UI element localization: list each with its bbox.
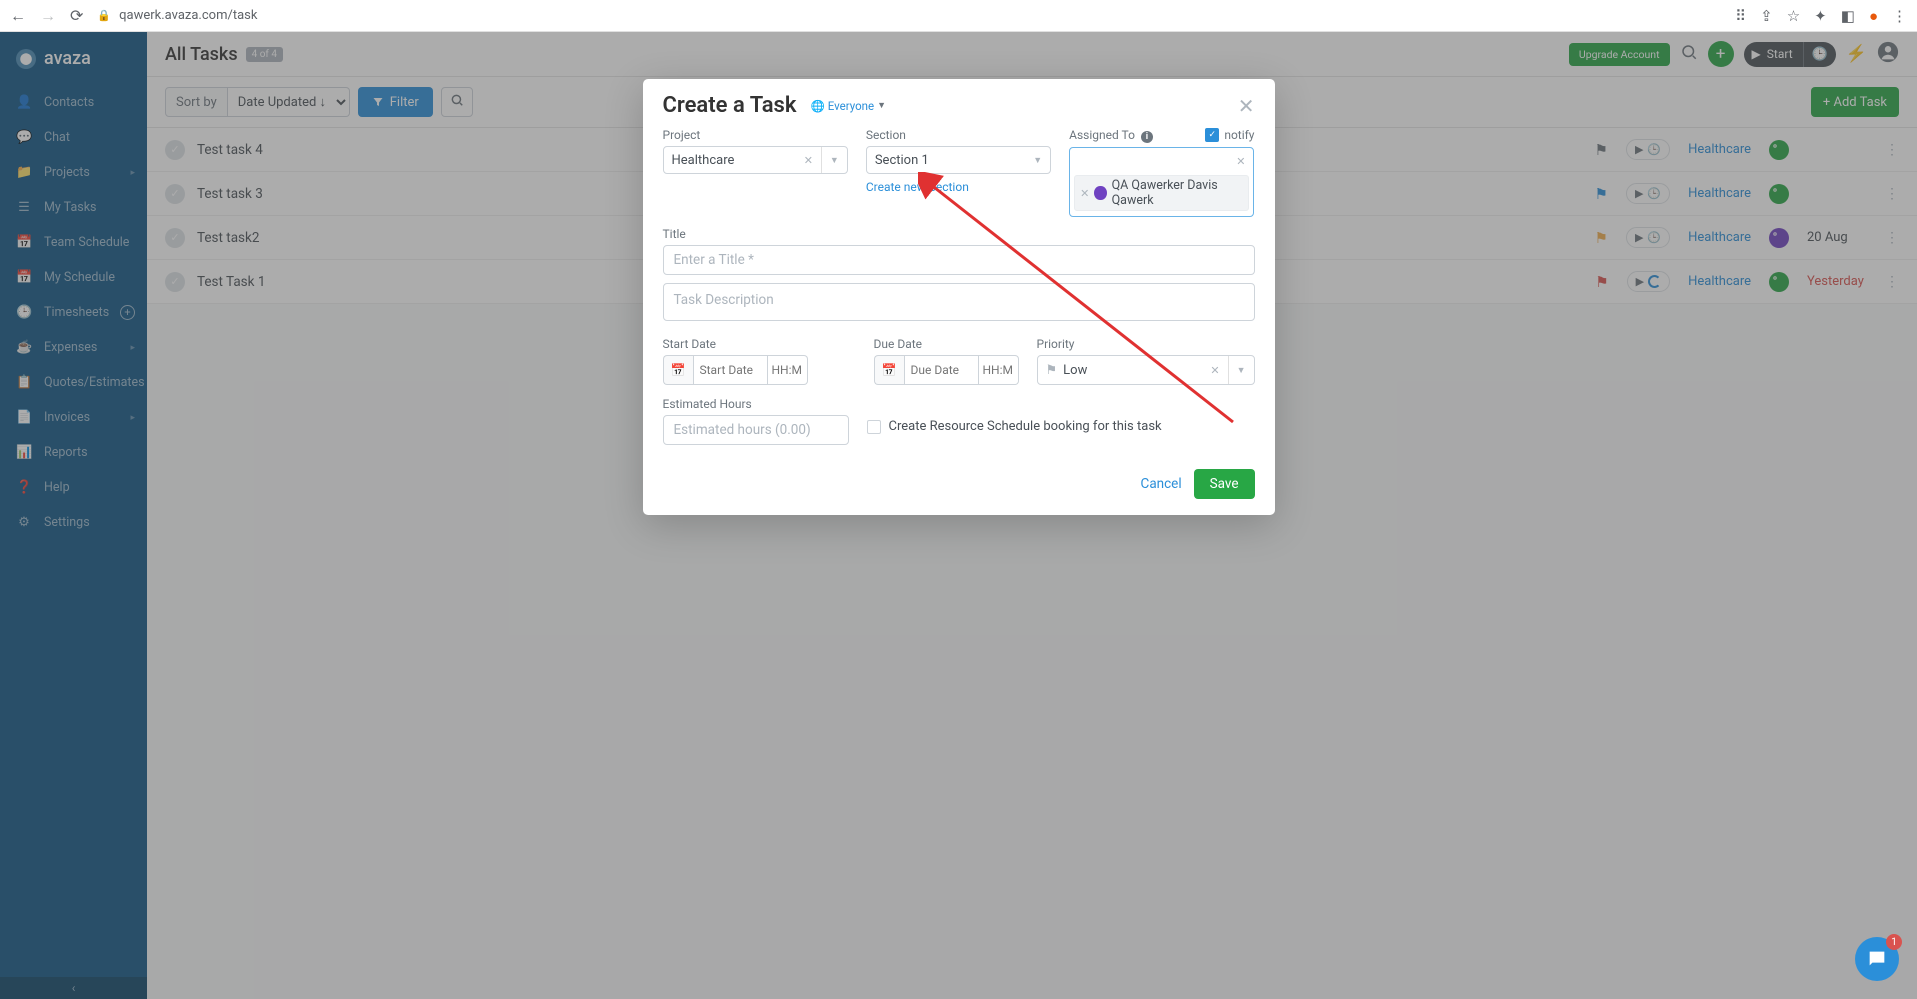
priority-select[interactable]: ⚑ Low ✕ ▼ [1037,355,1255,385]
create-section-link[interactable]: Create new Section [866,180,969,194]
profile-icon[interactable]: ● [1869,7,1878,25]
info-icon[interactable]: i [1141,131,1153,143]
start-date-label: Start Date [663,337,808,351]
chat-widget[interactable]: 1 [1855,937,1899,981]
priority-label: Priority [1037,337,1255,351]
browser-actions: ⠿ ⇪ ☆ ✦ ◧ ● ⋮ [1735,7,1907,25]
chevron-down-icon: ▼ [877,100,886,111]
remove-chip-icon[interactable]: ✕ [1080,187,1089,200]
browser-nav: ← → ⟳ [10,6,83,26]
estimated-hours-input[interactable] [663,415,849,445]
due-date-input[interactable] [904,355,979,385]
calendar-icon[interactable]: 📅 [874,355,904,385]
globe-icon: 🌐 [810,99,824,113]
project-label: Project [663,128,848,142]
chevron-down-icon: ▼ [1025,147,1042,173]
bookmark-icon[interactable]: ☆ [1787,7,1800,25]
due-time-input[interactable] [979,355,1019,385]
translate-icon[interactable]: ⠿ [1735,7,1746,25]
calendar-icon[interactable]: 📅 [663,355,693,385]
flag-icon: ⚑ [1046,363,1058,378]
chip-avatar-icon [1094,186,1106,200]
clear-icon[interactable]: ✕ [1210,364,1219,377]
assigned-input[interactable] [1072,150,1230,173]
save-button[interactable]: Save [1194,469,1255,499]
section-label: Section [866,128,1051,142]
project-select[interactable]: Healthcare ✕ ▼ [663,146,848,174]
modal-title: Create a Task [663,93,797,118]
start-time-input[interactable] [768,355,808,385]
start-date-input[interactable] [693,355,768,385]
panel-icon[interactable]: ◧ [1841,7,1855,25]
browser-bar: ← → ⟳ 🔒 qawerk.avaza.com/task ⠿ ⇪ ☆ ✦ ◧ … [0,0,1917,32]
chat-badge: 1 [1886,934,1902,950]
assignee-chip: ✕ QA Qawerker Davis Qawerk [1074,175,1249,211]
url-bar[interactable]: 🔒 qawerk.avaza.com/task [97,8,1721,23]
assigned-label: Assigned To i ✓ notify [1069,128,1254,143]
visibility-select[interactable]: 🌐 Everyone ▼ [810,99,886,113]
hours-label: Estimated Hours [663,397,849,411]
clear-icon[interactable]: ✕ [1230,155,1251,168]
clear-icon[interactable]: ✕ [804,154,813,167]
share-icon[interactable]: ⇪ [1760,7,1773,25]
title-label: Title [663,227,1255,241]
chevron-down-icon: ▼ [1228,356,1246,384]
title-input[interactable] [663,245,1255,275]
section-select[interactable]: Section 1 ▼ [866,146,1051,174]
reload-icon[interactable]: ⟳ [70,6,83,26]
create-booking-text: Create Resource Schedule booking for thi… [889,419,1162,434]
forward-icon[interactable]: → [40,6,56,26]
create-booking-checkbox[interactable] [867,420,881,434]
description-input[interactable] [663,283,1255,321]
back-icon[interactable]: ← [10,6,26,26]
notify-checkbox[interactable]: ✓ [1205,128,1219,142]
due-date-label: Due Date [874,337,1019,351]
assigned-to-field[interactable]: ✕ ✕ QA Qawerker Davis Qawerk [1069,147,1254,217]
url-text: qawerk.avaza.com/task [119,8,257,23]
lock-icon: 🔒 [97,9,111,22]
chevron-down-icon: ▼ [821,147,839,173]
extensions-icon[interactable]: ✦ [1814,7,1827,25]
cancel-button[interactable]: Cancel [1141,476,1182,492]
menu-icon[interactable]: ⋮ [1892,7,1907,25]
close-icon[interactable]: ✕ [1238,94,1255,118]
create-task-modal: Create a Task 🌐 Everyone ▼ ✕ Project Hea… [643,79,1275,515]
